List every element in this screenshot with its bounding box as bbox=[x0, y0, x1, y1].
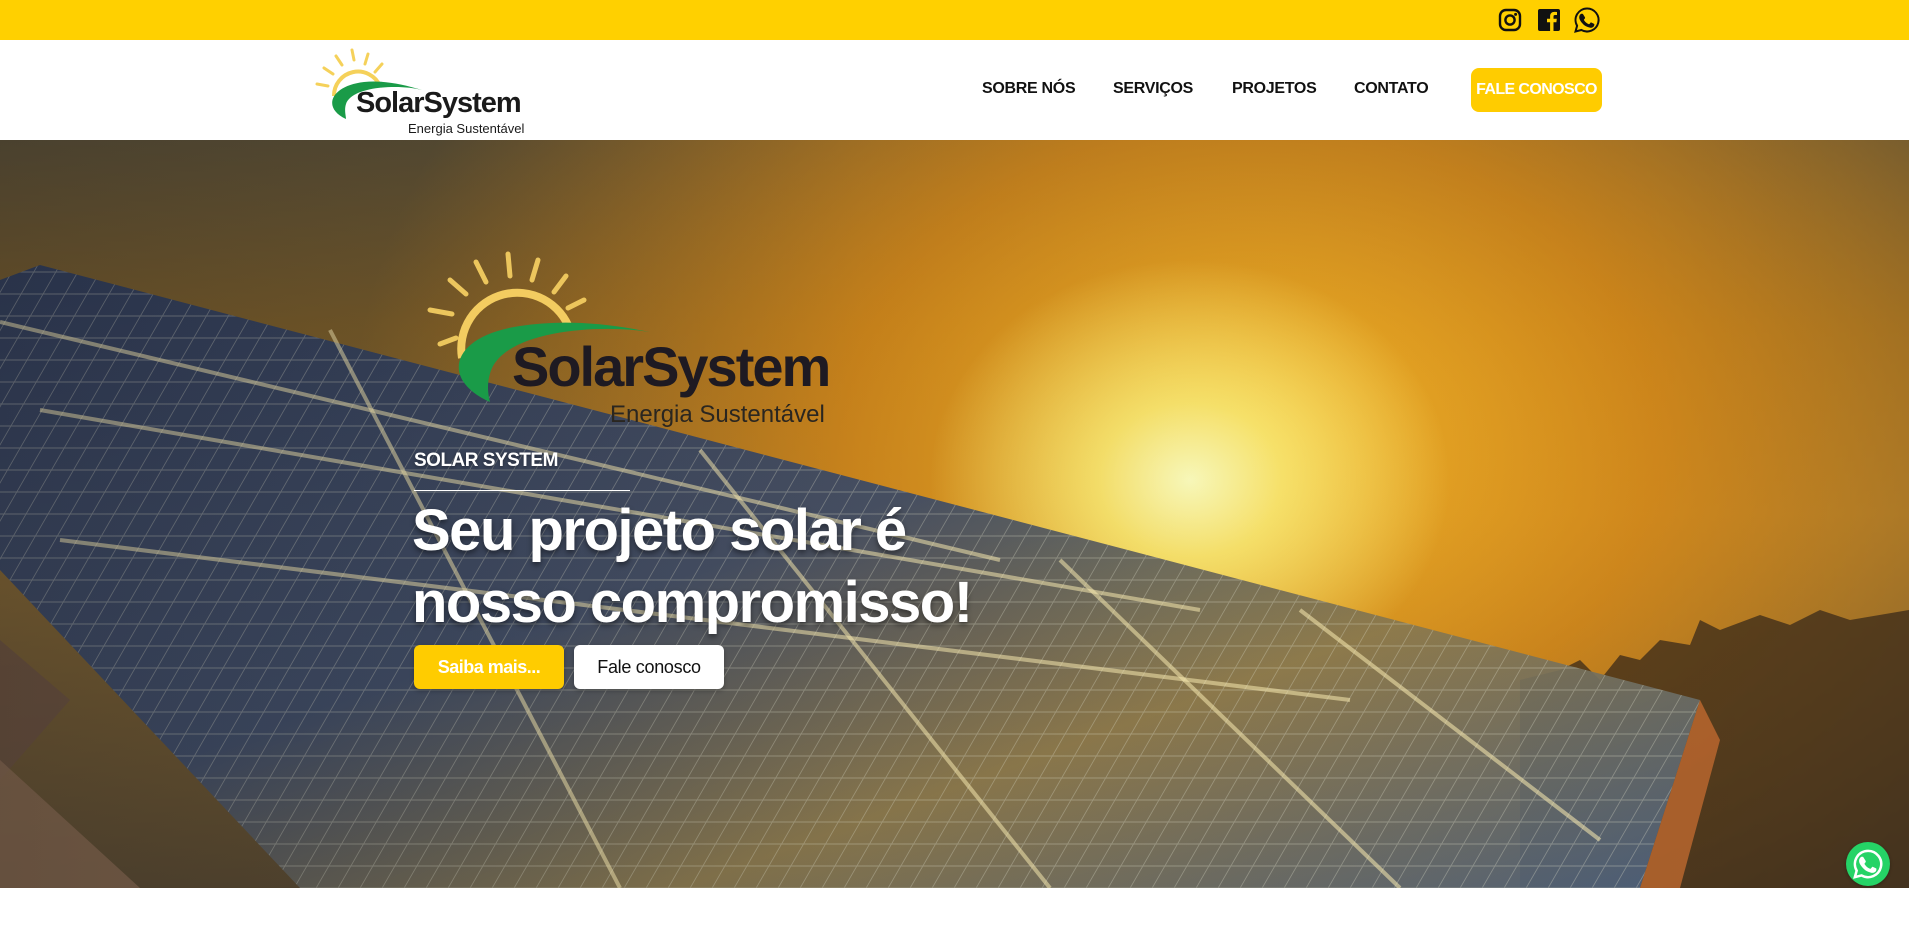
brand-tagline: Energia Sustentável bbox=[408, 121, 524, 136]
nav-item-servicos[interactable]: SERVIÇOS bbox=[1113, 80, 1193, 98]
instagram-icon[interactable] bbox=[1497, 5, 1523, 35]
hero-logo-tagline: Energia Sustentável bbox=[610, 401, 825, 428]
fale-conosco-hero-button[interactable]: Fale conosco bbox=[574, 645, 724, 689]
nav-item-projetos[interactable]: PROJETOS bbox=[1232, 80, 1317, 98]
whatsapp-float-button[interactable] bbox=[1846, 842, 1890, 886]
hero-logo: SolarSystem Energia Sustentável bbox=[420, 250, 831, 430]
brand-logo[interactable]: SolarSystem Energia Sustentável bbox=[312, 46, 527, 138]
saiba-mais-button[interactable]: Saiba mais... bbox=[414, 645, 564, 689]
hero-headline-line1: Seu projeto solar é bbox=[412, 498, 907, 563]
nav-item-sobre-nos[interactable]: SOBRE NÓS bbox=[982, 80, 1076, 98]
hero-headline-line2: nosso compromisso! bbox=[412, 570, 973, 635]
eyebrow-divider bbox=[414, 490, 630, 491]
header: SolarSystem Energia Sustentável SOBRE NÓ… bbox=[0, 40, 1909, 140]
brand-name: SolarSystem bbox=[356, 87, 521, 119]
whatsapp-icon[interactable] bbox=[1572, 5, 1602, 35]
facebook-icon[interactable] bbox=[1536, 5, 1562, 35]
hero-logo-name: SolarSystem bbox=[512, 335, 829, 398]
hero-eyebrow: SOLAR SYSTEM bbox=[414, 450, 558, 471]
fale-conosco-button[interactable]: FALE CONOSCO bbox=[1471, 68, 1602, 112]
nav-item-contato[interactable]: CONTATO bbox=[1354, 80, 1429, 98]
whatsapp-icon bbox=[1853, 849, 1883, 879]
hero-banner: SolarSystem Energia Sustentável SOLAR SY… bbox=[0, 140, 1909, 888]
top-bar bbox=[0, 0, 1909, 40]
hero-headline: Seu projeto solar é nosso compromisso! bbox=[412, 495, 1012, 639]
